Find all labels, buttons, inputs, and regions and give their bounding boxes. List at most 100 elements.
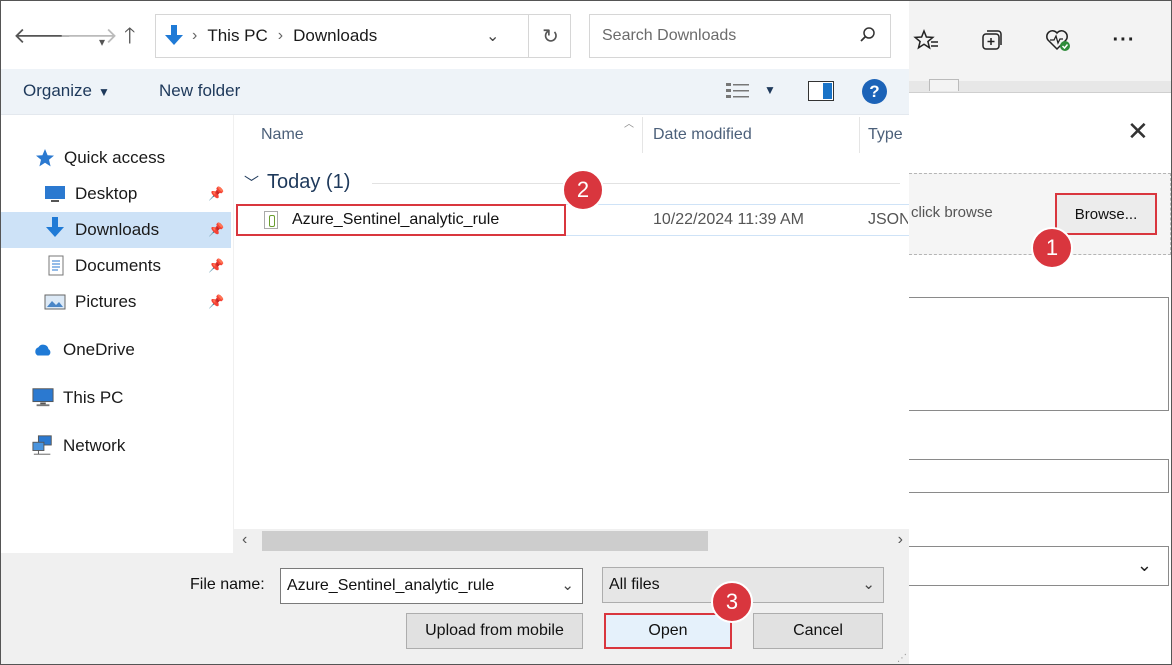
group-divider bbox=[372, 183, 900, 184]
pin-icon[interactable]: 📌 bbox=[208, 186, 224, 202]
help-icon[interactable]: ? bbox=[862, 79, 887, 104]
panel-textarea[interactable] bbox=[909, 297, 1169, 411]
breadcrumb-downloads[interactable]: Downloads bbox=[293, 26, 377, 46]
callout-badge-1: 1 bbox=[1031, 227, 1073, 269]
document-icon bbox=[45, 255, 67, 277]
panel-input[interactable] bbox=[909, 459, 1169, 493]
nav-item-label: Downloads bbox=[75, 220, 160, 239]
file-name-combobox: ⌄ bbox=[280, 568, 583, 604]
more-options-icon[interactable]: ··· bbox=[1107, 23, 1141, 57]
navigation-pane: Quick access Desktop 📌 Downloads 📌 Docum… bbox=[1, 115, 234, 553]
address-bar[interactable]: › This PC › Downloads ⌄ ↻ bbox=[155, 14, 571, 58]
nav-item-this-pc[interactable]: This PC bbox=[1, 380, 231, 416]
browser-window: ··· ✕ click browse Browse... ⌄ bbox=[909, 1, 1171, 664]
browser-essentials-icon[interactable] bbox=[1041, 23, 1075, 57]
file-date-modified: 10/22/2024 11:39 AM bbox=[653, 211, 804, 228]
nav-item-quick-access[interactable]: Quick access bbox=[1, 140, 231, 176]
nav-item-network[interactable]: Network bbox=[1, 428, 231, 464]
close-icon[interactable]: ✕ bbox=[1127, 118, 1149, 144]
breadcrumb-separator: › bbox=[192, 27, 198, 44]
nav-item-onedrive[interactable]: OneDrive bbox=[1, 332, 231, 368]
scrollbar-thumb[interactable] bbox=[262, 531, 708, 551]
command-bar: Organize ▼ New folder ▼ ? bbox=[1, 69, 909, 115]
scroll-left-icon[interactable]: ‹ bbox=[242, 531, 247, 549]
nav-item-label: Quick access bbox=[64, 148, 166, 167]
breadcrumb: › This PC › Downloads bbox=[192, 26, 377, 46]
favorites-star-icon[interactable] bbox=[909, 23, 943, 57]
column-divider[interactable] bbox=[642, 117, 643, 153]
horizontal-scrollbar[interactable]: ‹ › bbox=[234, 529, 909, 553]
breadcrumb-separator: › bbox=[277, 27, 284, 44]
network-icon bbox=[32, 434, 54, 456]
search-icon[interactable] bbox=[858, 25, 878, 45]
desktop-icon bbox=[44, 183, 66, 205]
chevron-down-icon[interactable]: ⌄ bbox=[561, 576, 574, 594]
nav-item-label: Network bbox=[63, 436, 126, 455]
caret-down-icon: ▼ bbox=[97, 85, 110, 99]
callout-badge-2: 2 bbox=[562, 169, 604, 211]
chevron-down-icon[interactable]: ﹀ bbox=[244, 172, 259, 193]
nav-item-downloads[interactable]: Downloads 📌 bbox=[1, 212, 231, 248]
file-name[interactable]: Azure_Sentinel_analytic_rule bbox=[292, 211, 499, 229]
nav-item-label: Desktop bbox=[75, 184, 138, 203]
scroll-right-icon[interactable]: › bbox=[898, 531, 903, 549]
download-arrow-icon bbox=[165, 25, 183, 45]
nav-item-documents[interactable]: Documents 📌 bbox=[1, 248, 231, 284]
json-file-icon bbox=[264, 211, 278, 229]
browse-button-label: Browse... bbox=[1074, 205, 1138, 223]
file-name-input[interactable] bbox=[281, 569, 551, 603]
forward-arrow-icon[interactable]: 🡒 bbox=[59, 23, 118, 49]
file-type-select-value: All files bbox=[609, 576, 660, 593]
star-icon bbox=[34, 147, 56, 169]
drop-hint-text: click browse bbox=[911, 204, 993, 221]
nav-item-pictures[interactable]: Pictures 📌 bbox=[1, 284, 231, 320]
column-header-name[interactable]: Name bbox=[261, 126, 304, 144]
callout-badge-3: 3 bbox=[711, 581, 753, 623]
file-name-label: File name: bbox=[190, 576, 265, 593]
download-arrow-icon bbox=[44, 217, 66, 239]
address-row: 🡐 🡒 ▾ 🡑 › This PC › Downloads ⌄ ↻ bbox=[1, 1, 909, 69]
column-header-date-modified[interactable]: Date modified bbox=[653, 126, 752, 144]
nav-item-desktop[interactable]: Desktop 📌 bbox=[1, 176, 231, 212]
resize-grip-icon[interactable]: ⋰ bbox=[897, 653, 907, 664]
nav-item-label: This PC bbox=[63, 388, 124, 407]
breadcrumb-this-pc[interactable]: This PC bbox=[207, 26, 267, 46]
sort-caret-icon: ︿ bbox=[624, 119, 634, 130]
pin-icon[interactable]: 📌 bbox=[208, 294, 224, 310]
address-history-chevron-icon[interactable]: ⌄ bbox=[486, 26, 499, 46]
panel-select[interactable]: ⌄ bbox=[909, 546, 1169, 586]
new-folder-button[interactable]: New folder bbox=[159, 81, 240, 101]
change-view-icon[interactable] bbox=[725, 81, 751, 101]
up-arrow-icon[interactable]: 🡑 bbox=[124, 23, 135, 49]
pin-icon[interactable]: 📌 bbox=[208, 258, 224, 274]
organize-menu[interactable]: Organize ▼ bbox=[23, 81, 110, 101]
screen: ··· ✕ click browse Browse... ⌄ 🡐 🡒 ▾ 🡑 ›… bbox=[0, 0, 1172, 665]
chevron-down-icon: ⌄ bbox=[1136, 555, 1152, 575]
pictures-icon bbox=[44, 291, 66, 313]
pin-icon[interactable]: 📌 bbox=[208, 222, 224, 238]
upload-from-mobile-button[interactable]: Upload from mobile bbox=[406, 613, 583, 649]
recent-locations-chevron-icon[interactable]: ▾ bbox=[99, 29, 105, 55]
preview-pane-icon[interactable] bbox=[808, 81, 834, 101]
search-input[interactable] bbox=[590, 15, 850, 57]
group-label: Today (1) bbox=[267, 171, 351, 193]
browser-tab[interactable] bbox=[929, 79, 959, 91]
organize-label: Organize bbox=[23, 81, 92, 100]
nav-item-label: Documents bbox=[75, 256, 161, 275]
open-button[interactable]: Open bbox=[604, 613, 732, 649]
chevron-down-icon: ⌄ bbox=[862, 576, 875, 593]
dialog-footer: File name: ⌄ All files ⌄ Upload from mob… bbox=[1, 553, 909, 664]
search-box bbox=[589, 14, 891, 58]
cancel-button[interactable]: Cancel bbox=[753, 613, 883, 649]
computer-icon bbox=[32, 386, 54, 408]
nav-item-label: Pictures bbox=[75, 292, 137, 311]
browse-button[interactable]: Browse... bbox=[1055, 193, 1157, 235]
nav-item-label: OneDrive bbox=[63, 340, 135, 359]
browser-toolbar: ··· bbox=[909, 1, 1171, 81]
cloud-icon bbox=[32, 339, 54, 361]
column-header-type[interactable]: Type bbox=[868, 126, 903, 144]
view-options-caret-icon[interactable]: ▼ bbox=[764, 83, 776, 97]
collections-icon[interactable] bbox=[975, 23, 1009, 57]
column-divider[interactable] bbox=[859, 117, 860, 153]
refresh-icon[interactable]: ↻ bbox=[528, 15, 572, 57]
